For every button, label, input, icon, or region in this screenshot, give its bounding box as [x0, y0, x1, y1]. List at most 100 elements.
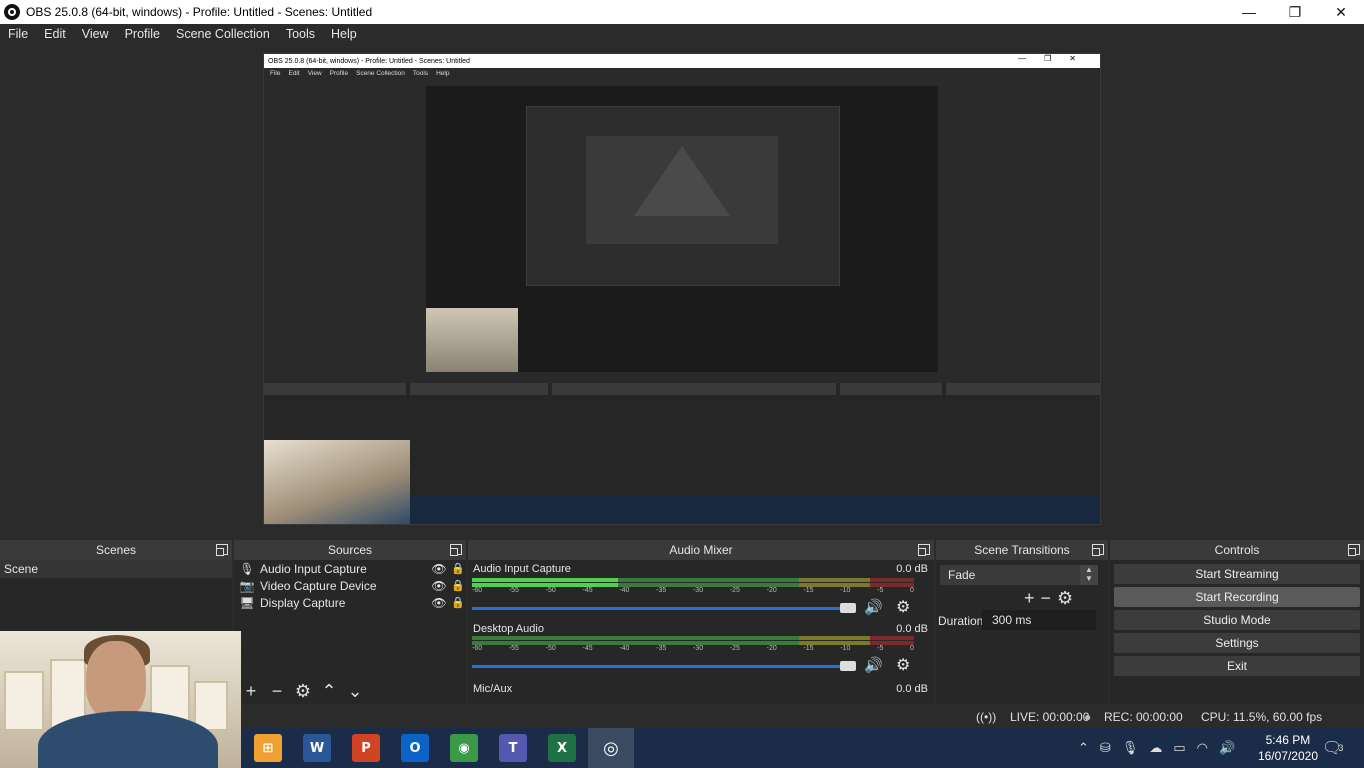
lock-icon[interactable]: 🔒: [450, 579, 466, 592]
undock-icon[interactable]: [918, 544, 930, 556]
word-icon[interactable]: W: [303, 734, 331, 762]
preview-dock-header: [552, 383, 836, 395]
volume-slider[interactable]: [472, 607, 854, 610]
start-recording-button[interactable]: Start Recording: [1114, 587, 1360, 607]
battery-icon[interactable]: ▭: [1173, 740, 1185, 756]
rec-status: REC: 00:00:00: [1104, 710, 1183, 724]
volume-slider-handle[interactable]: [840, 603, 856, 613]
lock-icon[interactable]: 🔒: [450, 596, 466, 609]
controls-dock: Controls Start Streaming Start Recording…: [1110, 540, 1364, 704]
menu-edit[interactable]: Edit: [36, 27, 74, 41]
source-label: Display Capture: [260, 595, 346, 610]
rec-dot-icon: ●: [1084, 710, 1092, 724]
powerpoint-icon[interactable]: P: [352, 734, 380, 762]
mixer-channel-audio-input: Audio Input Capture 0.0 dB -60 -55 -50 -45-…: [468, 560, 934, 620]
volume-meter: [472, 636, 914, 640]
exit-button[interactable]: Exit: [1114, 656, 1360, 676]
tick-label: -5: [877, 645, 884, 652]
channel-name: Desktop Audio: [473, 623, 544, 635]
audio-mixer-title: Audio Mixer: [669, 543, 733, 557]
menu-tools[interactable]: Tools: [278, 27, 323, 41]
visibility-eye-icon[interactable]: 👁: [428, 562, 450, 576]
transition-select[interactable]: Fade: [940, 565, 1098, 585]
transition-select-arrows-icon[interactable]: ▲ ▼: [1080, 565, 1098, 585]
start-menu-icon[interactable]: ⊞: [254, 734, 282, 762]
undock-icon[interactable]: [216, 544, 228, 556]
start-streaming-button[interactable]: Start Streaming: [1114, 564, 1360, 584]
tick-label: -35: [656, 587, 667, 594]
remove-transition-icon[interactable]: −: [1041, 588, 1052, 609]
undock-icon[interactable]: [450, 544, 462, 556]
onedrive-icon[interactable]: ☁: [1149, 740, 1162, 756]
undock-icon[interactable]: [1348, 544, 1360, 556]
menu-file[interactable]: File: [0, 27, 36, 41]
preview-area[interactable]: OBS 25.0.8 (64-bit, windows) - Profile: …: [0, 44, 1364, 535]
scene-list-item[interactable]: Scene: [0, 560, 232, 578]
outlook-icon[interactable]: O: [401, 734, 429, 762]
visibility-eye-icon[interactable]: 👁: [428, 596, 450, 610]
preview-capture: OBS 25.0.8 (64-bit, windows) - Profile: …: [263, 53, 1101, 525]
channel-db: 0.0 dB: [896, 683, 928, 695]
menu-view[interactable]: View: [74, 27, 117, 41]
menu-scene-collection[interactable]: Scene Collection: [168, 27, 278, 41]
obs-taskbar-icon[interactable]: ◎: [588, 728, 634, 768]
gear-icon[interactable]: ⚙: [896, 655, 910, 675]
teams-icon[interactable]: T: [499, 734, 527, 762]
transition-properties-gear-icon[interactable]: ⚙: [1057, 588, 1073, 609]
scene-transitions-dock: Scene Transitions Fade ▲ ▼ + − ⚙ Duration…: [936, 540, 1108, 704]
tick-label: -15: [803, 587, 814, 594]
menu-help[interactable]: Help: [323, 27, 365, 41]
maximize-button[interactable]: ❐: [1272, 0, 1318, 24]
network-drive-icon[interactable]: ⛁: [1100, 740, 1111, 756]
source-properties-gear-icon[interactable]: ⚙: [290, 681, 316, 702]
source-item-display-capture[interactable]: 🖥 Display Capture 👁 🔒: [234, 594, 466, 611]
volume-slider[interactable]: [472, 665, 854, 668]
duration-spinbox[interactable]: 300 ms: [982, 610, 1096, 630]
tick-label: -35: [656, 645, 667, 652]
microphone-icon[interactable]: 🎙: [1122, 740, 1139, 756]
windows-taskbar: ⊞ W P O ◉ T X ◎ ⌃ ⛁ 🎙 ☁ ▭ ◠ 🔊 5:46 PM 16…: [240, 728, 1364, 768]
meter-scale: -60 -55 -50 -45 -40 -35 -30 -25 -20 -15 -10 -5 0: [472, 645, 914, 652]
tick-label: -30: [692, 587, 704, 594]
system-tray: ⌃ ⛁ 🎙 ☁ ▭ ◠ 🔊: [1078, 728, 1235, 768]
taskbar-clock[interactable]: 5:46 PM 16/07/2020: [1258, 732, 1318, 764]
tick-label: -5: [877, 587, 884, 594]
remove-source-icon[interactable]: −: [264, 681, 290, 702]
gear-icon[interactable]: ⚙: [896, 597, 910, 617]
move-down-icon[interactable]: ⌄: [342, 681, 368, 702]
close-button[interactable]: ✕: [1318, 0, 1364, 24]
tick-label: -55: [508, 587, 519, 594]
lock-icon[interactable]: 🔒: [450, 562, 466, 575]
sources-dock-title: Sources: [327, 543, 373, 557]
speaker-icon[interactable]: 🔊: [864, 656, 883, 674]
webcam-person: [86, 641, 146, 719]
tick-label: -60: [472, 645, 483, 652]
visibility-eye-icon[interactable]: 👁: [428, 579, 450, 593]
source-item-video-capture[interactable]: 📷 Video Capture Device 👁 🔒: [234, 577, 466, 594]
studio-mode-button[interactable]: Studio Mode: [1114, 610, 1360, 630]
speaker-icon[interactable]: 🔊: [864, 598, 883, 616]
wall-frame: [194, 681, 228, 731]
status-bar: ((•)) LIVE: 00:00:00 ● REC: 00:00:00 CPU…: [240, 704, 1364, 728]
source-label: Audio Input Capture: [260, 561, 367, 576]
mixer-channel-desktop-audio: Desktop Audio 0.0 dB -60 -55 -50 -45 -40 -35-…: [468, 620, 934, 680]
minimize-button[interactable]: —: [1226, 0, 1272, 24]
show-hidden-icons-icon[interactable]: ⌃: [1078, 740, 1089, 756]
wifi-icon[interactable]: ◠: [1197, 740, 1208, 756]
settings-button[interactable]: Settings: [1114, 633, 1360, 653]
volume-icon[interactable]: 🔊: [1219, 740, 1235, 756]
add-transition-icon[interactable]: +: [1024, 588, 1035, 609]
tick-label: -40: [619, 645, 630, 652]
preview-menu-bar: File Edit View Profile Scene Collection …: [264, 68, 1100, 79]
source-item-audio-input[interactable]: 🎙 Audio Input Capture 👁 🔒: [234, 560, 466, 577]
preview-infinite-mirror: [634, 146, 730, 216]
chrome-icon[interactable]: ◉: [450, 734, 478, 762]
move-up-icon[interactable]: ⌃: [316, 681, 342, 702]
menu-profile[interactable]: Profile: [117, 27, 168, 41]
tick-label: -50: [545, 587, 556, 594]
undock-icon[interactable]: [1092, 544, 1104, 556]
volume-slider-handle[interactable]: [840, 661, 856, 671]
add-source-icon[interactable]: +: [238, 681, 264, 702]
notifications-icon[interactable]: 🗨 3: [1322, 728, 1343, 768]
excel-icon[interactable]: X: [548, 734, 576, 762]
